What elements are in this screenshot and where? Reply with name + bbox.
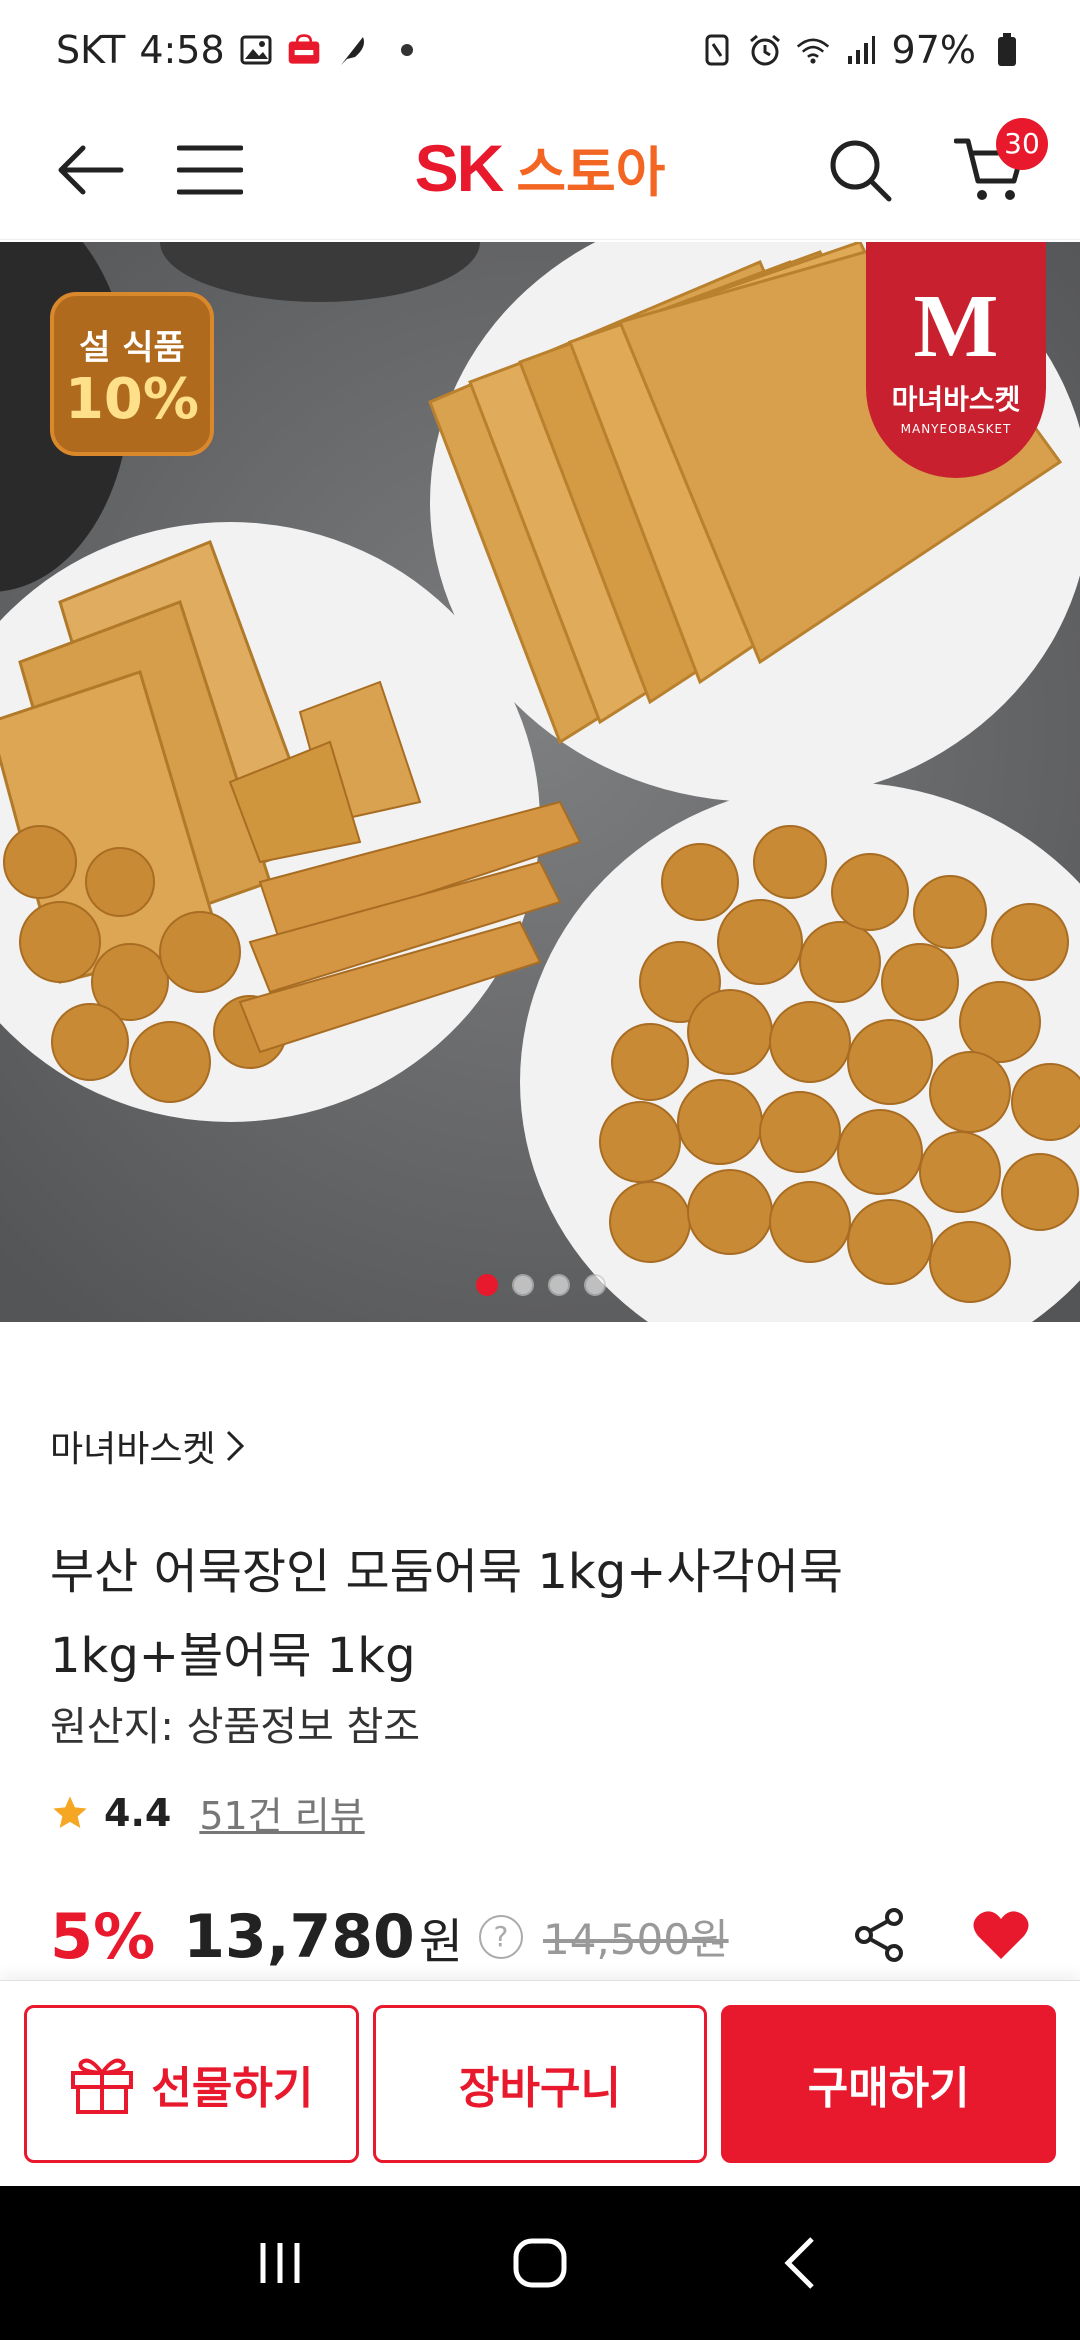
recent-apps-icon	[260, 2243, 300, 2283]
battery-icon	[990, 33, 1024, 67]
sk-store-icon	[287, 33, 321, 67]
rating-row: 4.4 51건 리뷰	[50, 1785, 365, 1840]
sale-badge-label: 설 식품	[79, 328, 185, 368]
clock: 4:58	[139, 28, 225, 72]
battery-percent: 97%	[891, 28, 976, 72]
sk-stoa-logo[interactable]: SK 스토아	[415, 128, 666, 207]
system-nav-bar	[0, 2186, 1080, 2340]
star-icon	[53, 1795, 87, 1828]
bottom-action-bar: 선물하기 장바구니 구매하기	[0, 1980, 1080, 2186]
brand-badge-sub: MANYEOBASKET	[900, 422, 1012, 436]
gift-button-label: 선물하기	[151, 2062, 314, 2114]
gift-icon	[71, 2058, 134, 2114]
add-to-cart-button[interactable]: 장바구니	[372, 2004, 708, 2163]
back-button[interactable]	[50, 130, 130, 210]
share-icon	[855, 1907, 903, 1962]
gift-button[interactable]: 선물하기	[24, 2004, 359, 2163]
logo-sk-text: SK	[414, 131, 505, 205]
wishlist-button[interactable]	[972, 1909, 1030, 1965]
gallery-icon	[239, 33, 273, 67]
pagination-dot[interactable]	[476, 1274, 498, 1296]
nfc-icon	[700, 33, 734, 67]
alarm-icon	[748, 33, 782, 67]
original-price: 14,500원	[542, 1915, 729, 1964]
brand-badge-name: 마녀바스켓	[891, 383, 1021, 416]
discount-rate: 5%	[50, 1900, 156, 1973]
status-bar: SKT 4:58 97%	[0, 0, 1080, 100]
rating-score: 4.4	[104, 1790, 172, 1835]
search-icon	[830, 140, 892, 201]
share-button[interactable]	[852, 1907, 908, 1967]
pagination-dot[interactable]	[512, 1274, 534, 1296]
carrier-label: SKT	[56, 28, 126, 72]
pagination-dot[interactable]	[584, 1274, 606, 1296]
product-origin: 원산지: 상품정보 참조	[50, 1704, 421, 1750]
review-count-link[interactable]: 51건 리뷰	[199, 1785, 364, 1840]
system-back-button[interactable]	[755, 2218, 845, 2308]
wifi-icon	[796, 33, 830, 67]
brand-name: 마녀바스켓	[50, 1429, 216, 1470]
logo-store-text: 스토아	[516, 141, 666, 204]
hamburger-icon	[177, 145, 243, 194]
app-header: SK 스토아 30	[0, 100, 1080, 240]
buy-now-button[interactable]: 구매하기	[721, 2004, 1057, 2163]
brand-link[interactable]: 마녀바스켓	[50, 1420, 246, 1472]
heart-icon	[973, 1910, 1029, 1959]
price-help-button[interactable]: ?	[478, 1914, 523, 1959]
product-image-gallery[interactable]: 설 식품 10% M 마녀바스켓 MANYEOBASKET	[0, 242, 1080, 1322]
notification-dot	[400, 44, 413, 56]
brand-mark: M	[913, 277, 999, 376]
back-chevron-icon	[784, 2237, 814, 2289]
signal-icon	[844, 33, 878, 67]
feather-icon	[335, 33, 369, 67]
search-button[interactable]	[820, 130, 900, 210]
brand-logo-badge: M 마녀바스켓 MANYEOBASKET	[866, 242, 1046, 478]
cart-button[interactable]: 30	[950, 117, 1048, 210]
sale-price: 13,780	[183, 1901, 415, 1972]
sale-badge: 설 식품 10%	[50, 292, 214, 456]
recent-apps-button[interactable]	[235, 2218, 325, 2308]
currency-label: 원	[418, 1913, 463, 1970]
product-title: 부산 어묵장인 모둠어묵 1kg+사각어묵 1kg+볼어묵 1kg	[50, 1544, 844, 1684]
home-button[interactable]	[495, 2218, 585, 2308]
home-icon	[513, 2238, 567, 2288]
cart-count-badge: 30	[996, 117, 1048, 170]
sale-badge-percent: 10%	[64, 367, 200, 432]
add-to-cart-label: 장바구니	[459, 2062, 621, 2114]
chevron-right-icon	[226, 1430, 244, 1462]
buy-now-label: 구매하기	[807, 2062, 970, 2114]
price-row: 5% 13,780 원 ? 14,500원	[50, 1900, 1030, 1973]
pagination-dot[interactable]	[548, 1274, 570, 1296]
back-arrow-icon	[58, 145, 124, 194]
gallery-pagination	[476, 1274, 606, 1296]
menu-button[interactable]	[170, 130, 250, 210]
